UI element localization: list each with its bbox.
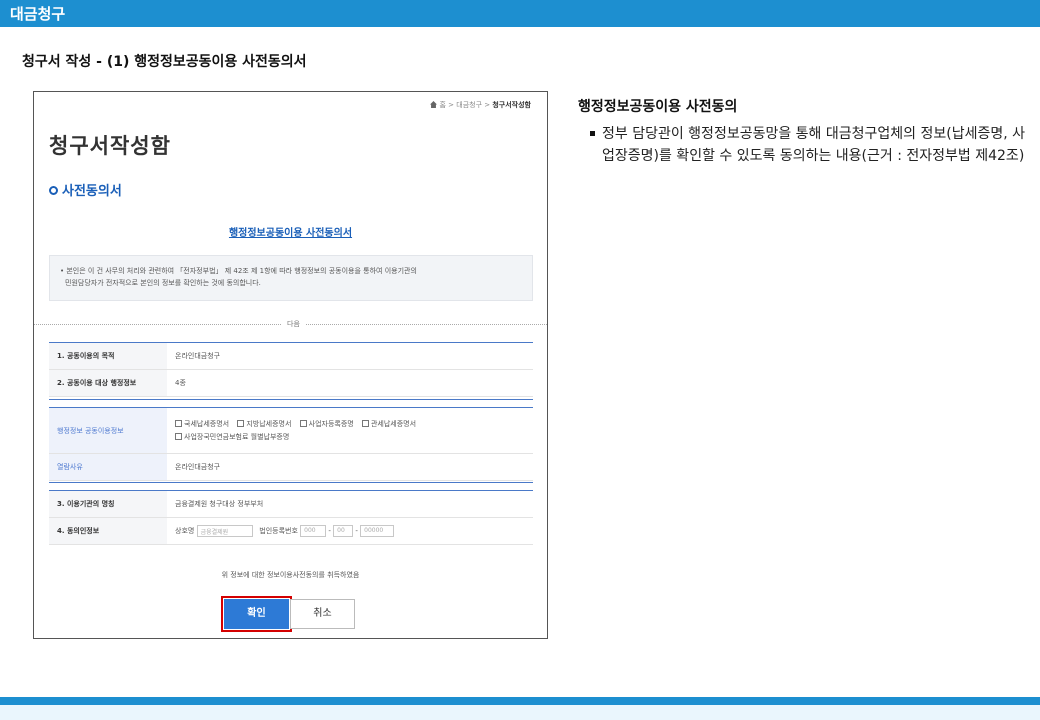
breadcrumb-current: 청구서작성함 (492, 101, 531, 109)
table-row: 열람사유 온라인대금청구 (49, 453, 533, 481)
company-field[interactable]: 금융결제원 (196, 525, 253, 537)
bizno-label: 법인등록번호 (259, 527, 298, 535)
row-value: 4종 (167, 369, 533, 397)
breadcrumb-home[interactable]: 홈 (439, 101, 445, 109)
checkbox-label: 사업자등록증명 (308, 419, 354, 428)
row-label: 1. 공동이용의 목적 (49, 342, 167, 370)
table-row: 3. 이용기관의 명칭 금융결제원 청구대상 정부부처 (49, 490, 533, 518)
checkbox-customs-tax[interactable]: 관세납세증명서 (361, 419, 417, 428)
consenter-info: 상호명 금융결제원 법인등록번호 000 - 00 - 00000 (167, 517, 533, 545)
notice-box: • 본인은 이 건 사무의 처리와 관련하여 「전자정부법」 제 42조 제 1… (49, 255, 533, 301)
row-value: 금융결제원 청구대상 정부부처 (167, 490, 533, 518)
top-bar-title: 대금청구 (10, 5, 66, 23)
table-row: 4. 동의인정보 상호명 금융결제원 법인등록번호 000 - 00 - 000… (49, 517, 533, 545)
table-row: 1. 공동이용의 목적 온라인대금청구 (49, 342, 533, 370)
notice-line: 민원담당자가 전자적으로 본인의 정보를 확인하는 것에 동의합니다. (65, 279, 261, 287)
home-icon[interactable] (430, 101, 438, 108)
right-panel-title: 행정정보공동이용 사전동의 (578, 99, 738, 115)
institution-table: 3. 이용기관의 명칭 금융결제원 청구대상 정부부처 4. 동의인정보 상호명… (49, 490, 533, 545)
checkbox-national-tax[interactable]: 국세납세증명서 (175, 419, 230, 428)
breadcrumb-item[interactable]: 대금청구 (456, 101, 482, 109)
checkbox-icon[interactable] (175, 432, 182, 440)
shared-info-table: 행정정보 공동이용정보 국세납세증명서 지방납세증명서 사업자등록증명 관세납세… (49, 407, 533, 481)
notice-line: • 본인은 이 건 사무의 처리와 관련하여 「전자정부법」 제 42조 제 1… (60, 267, 417, 275)
right-panel-bullet: 정부 담당관이 행정정보공동망을 통해 대금청구업체의 정보(납세증명, 사업장… (590, 123, 1030, 167)
bizno-field-1[interactable]: 000 (300, 525, 327, 537)
company-label: 상호명 (175, 527, 195, 535)
breadcrumb-separator: > (448, 101, 455, 109)
row-value: 온라인대금청구 (167, 453, 533, 481)
row-label: 2. 공동이용 대상 행정정보 (49, 369, 167, 397)
bottom-stripe (0, 697, 1040, 705)
consent-message: 위 정보에 대한 정보이용사전동의를 취득하였음 (221, 571, 360, 579)
table-row: 2. 공동이용 대상 행정정보 4종 (49, 369, 533, 397)
dash: - (355, 527, 358, 535)
checkbox-business-reg[interactable]: 사업자등록증명 (299, 419, 354, 428)
dash: - (328, 527, 331, 535)
row-label: 열람사유 (49, 453, 167, 481)
purpose-table: 1. 공동이용의 목적 온라인대금청구 2. 공동이용 대상 행정정보 4종 (49, 342, 533, 397)
row-label: 3. 이용기관의 명칭 (49, 490, 167, 518)
checkbox-icon[interactable] (299, 419, 307, 427)
breadcrumb-separator: > (484, 101, 491, 109)
checkbox-label: 국세납세증명서 (184, 419, 230, 428)
table-end-line (49, 482, 533, 483)
checkbox-group: 국세납세증명서 지방납세증명서 사업자등록증명 관세납세증명서 사업장국민연금보… (167, 407, 533, 454)
ring-bullet-icon (49, 186, 58, 195)
checkbox-label: 사업장국민연금보험료 월별납부증명 (184, 432, 290, 441)
square-bullet-icon (590, 131, 595, 136)
divider-label: 다음 (281, 319, 306, 329)
checkbox-icon[interactable] (175, 419, 182, 427)
right-panel-bullet-text: 정부 담당관이 행정정보공동망을 통해 대금청구업체의 정보(납세증명, 사업장… (602, 126, 1026, 164)
checkbox-pension[interactable]: 사업장국민연금보험료 월별납부증명 (175, 432, 290, 441)
row-label: 4. 동의인정보 (49, 517, 167, 545)
confirm-button[interactable]: 확인 (224, 599, 289, 629)
checkbox-label: 지방납세증명서 (246, 419, 292, 428)
bottom-fill (0, 705, 1040, 720)
top-bar: 대금청구 (0, 0, 1040, 27)
breadcrumb: 홈 > 대금청구 > 청구서작성함 (430, 100, 531, 110)
page-title: 청구서작성함 (49, 134, 171, 158)
checkbox-local-tax[interactable]: 지방납세증명서 (237, 419, 292, 428)
checkbox-label: 관세납세증명서 (370, 419, 417, 428)
checkbox-icon[interactable] (361, 419, 369, 427)
checkbox-icon[interactable] (237, 419, 245, 427)
row-value: 온라인대금청구 (167, 342, 533, 370)
table-row: 행정정보 공동이용정보 국세납세증명서 지방납세증명서 사업자등록증명 관세납세… (49, 407, 533, 454)
bizno-field-2[interactable]: 00 (333, 525, 354, 537)
bizno-field-3[interactable]: 00000 (360, 525, 395, 537)
section-title: 청구서 작성 - (1) 행정정보공동이용 사전동의서 (22, 54, 307, 70)
agreement-link[interactable]: 행정정보공동이용 사전동의서 (34, 224, 547, 239)
subheading: 사전동의서 (49, 180, 122, 199)
subheading-text: 사전동의서 (62, 184, 122, 199)
table-end-line (49, 399, 533, 400)
row-label: 행정정보 공동이용정보 (49, 407, 167, 454)
screenshot-frame: 홈 > 대금청구 > 청구서작성함 청구서작성함 사전동의서 행정정보공동이용 … (33, 91, 548, 639)
cancel-button[interactable]: 취소 (290, 599, 355, 629)
